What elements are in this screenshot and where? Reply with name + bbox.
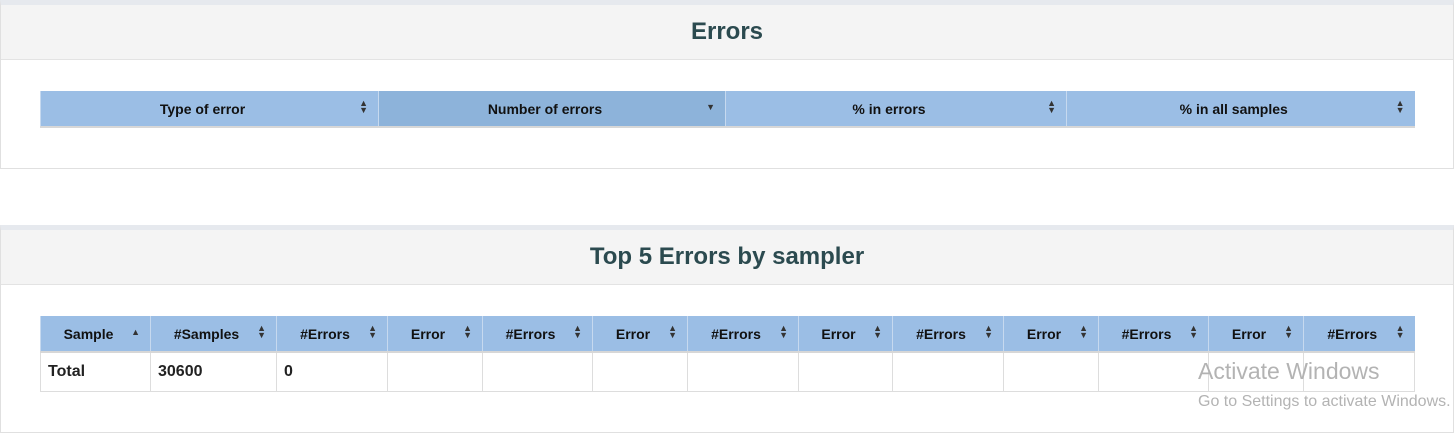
column-label: Error (1231, 325, 1267, 342)
column-label: Number of errors (487, 100, 603, 117)
table-cell (482, 351, 593, 392)
sort-both-icon: ▲ ▼ (368, 323, 377, 340)
column-label: Error (821, 325, 856, 342)
table-cell: Total (40, 351, 151, 392)
sort-both-icon: ▲ ▼ (1395, 98, 1405, 115)
sort-both-icon: ▲ ▼ (573, 323, 582, 340)
sort-both-icon: ▲ ▼ (668, 323, 677, 340)
panel-title: Errors (1, 5, 1453, 60)
table-cell (387, 351, 483, 392)
sort-both-icon: ▲ ▼ (1047, 98, 1056, 115)
column-label: #Errors (300, 325, 350, 342)
sort-both-icon: ▲ ▼ (779, 323, 788, 340)
sort-both-icon: ▲ ▼ (463, 323, 472, 340)
column-header-type-of-error[interactable]: Type of error ▲ ▼ (40, 91, 379, 128)
column-header-errors[interactable]: #Errors ▲ ▼ (482, 316, 593, 353)
activate-windows-hint: Go to Settings to activate Windows. (1198, 393, 1451, 410)
column-header-errors[interactable]: #Errors ▲ ▼ (1303, 316, 1415, 353)
sort-desc-icon: ▼ (706, 102, 715, 112)
sort-both-icon: ▲ ▼ (1189, 323, 1198, 340)
sort-both-icon: ▲ ▼ (984, 323, 993, 340)
column-header-errors[interactable]: #Errors ▲ ▼ (687, 316, 799, 353)
activate-windows-watermark: Activate Windows (1198, 358, 1380, 384)
column-header-errors[interactable]: #Errors ▲ ▼ (892, 316, 1004, 353)
column-label: Error (1026, 325, 1062, 342)
column-header-error[interactable]: Error ▲ ▼ (1003, 316, 1099, 353)
column-label: #Errors (505, 325, 556, 342)
column-header-in-errors[interactable]: % in errors ▲ ▼ (725, 91, 1067, 128)
column-label: #Errors (916, 325, 966, 342)
column-header-error[interactable]: Error ▲ ▼ (592, 316, 688, 353)
column-label: #Errors (1327, 325, 1378, 342)
column-label: #Errors (1121, 325, 1172, 342)
column-label: Error (615, 325, 651, 342)
column-label: Sample (63, 325, 114, 342)
table-cell (798, 351, 893, 392)
column-header-errors[interactable]: #Errors ▲ ▼ (276, 316, 388, 353)
column-label: Error (410, 325, 446, 342)
column-label: #Errors (711, 325, 761, 342)
table-cell: 30600 (150, 351, 277, 392)
sort-both-icon: ▲ ▼ (359, 98, 368, 115)
column-label: Type of error (159, 100, 246, 117)
table-cell (592, 351, 688, 392)
sort-both-icon: ▲ ▼ (1284, 323, 1293, 340)
panel-title: Top 5 Errors by sampler (1, 230, 1453, 285)
errors-panel: Errors Type of error ▲ ▼ Number of errors ▼%… (0, 0, 1454, 169)
column-header-sample[interactable]: Sample ▲ (40, 316, 151, 353)
table-cell (687, 351, 799, 392)
column-label: % in errors (852, 100, 926, 117)
sort-both-icon: ▲ ▼ (873, 323, 882, 340)
sort-asc-icon: ▲ (131, 327, 140, 337)
sort-both-icon: ▲ ▼ (1395, 323, 1405, 340)
column-header-error[interactable]: Error ▲ ▼ (387, 316, 483, 353)
table-cell: 0 (276, 351, 388, 392)
column-label: % in all samples (1179, 100, 1288, 117)
column-header-samples[interactable]: #Samples ▲ ▼ (150, 316, 277, 353)
column-header-errors[interactable]: #Errors ▲ ▼ (1098, 316, 1209, 353)
sort-both-icon: ▲ ▼ (1079, 323, 1088, 340)
errors-table: Type of error ▲ ▼ Number of errors ▼ % in err… (40, 91, 1415, 128)
column-label: #Samples (173, 325, 240, 342)
column-header-in-all-samples[interactable]: % in all samples ▲ ▼ (1066, 91, 1415, 128)
column-header-number-of-errors[interactable]: Number of errors ▼ (378, 91, 726, 128)
table-cell (1098, 351, 1209, 392)
column-header-error[interactable]: Error ▲ ▼ (1208, 316, 1304, 353)
sort-both-icon: ▲ ▼ (257, 323, 266, 340)
table-cell (1003, 351, 1099, 392)
table-cell (892, 351, 1004, 392)
column-header-error[interactable]: Error ▲ ▼ (798, 316, 893, 353)
